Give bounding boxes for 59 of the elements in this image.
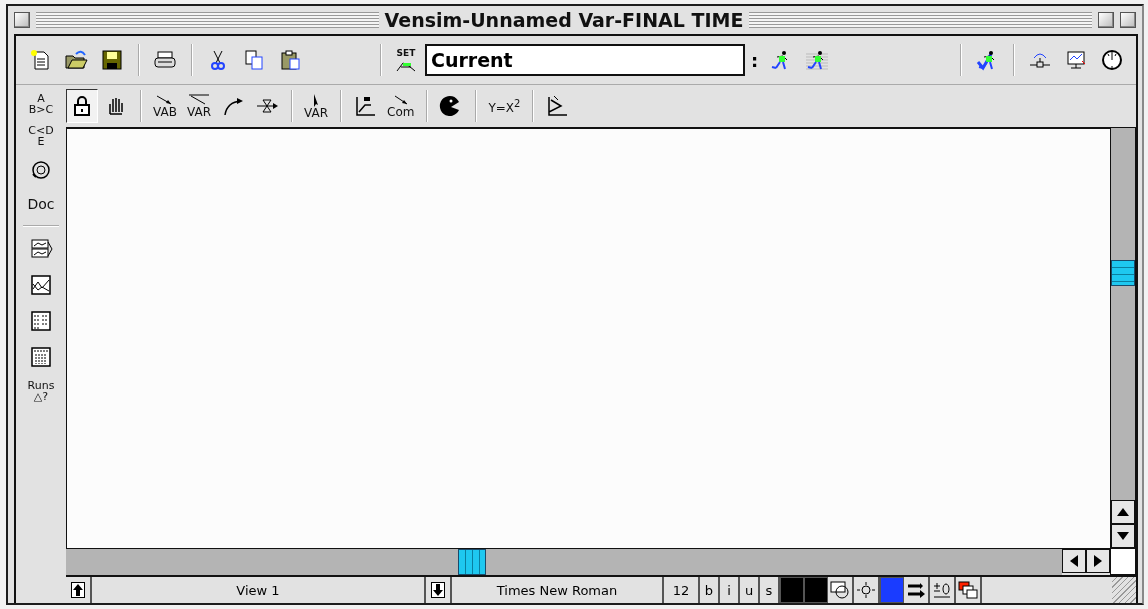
resize-grip[interactable] — [1112, 577, 1136, 603]
scroll-up-button[interactable] — [1111, 500, 1135, 524]
gauge-icon — [1100, 48, 1124, 72]
sketch-tool-button[interactable]: VAR — [300, 89, 332, 123]
scroll-left-button[interactable] — [1062, 549, 1086, 573]
analysis-tool-button[interactable]: C<D E — [24, 121, 58, 151]
window-title: Vensim-Unnamed Var-FINAL TIME — [384, 9, 744, 31]
color-swatch[interactable] — [880, 577, 904, 603]
set-button[interactable]: SET — [391, 43, 421, 77]
open-folder-icon — [64, 48, 88, 72]
up-arrow-icon — [1117, 508, 1129, 516]
pointer-icon — [313, 93, 319, 107]
sketch-tool-button[interactable]: Y=X$^{2}$ — [484, 89, 525, 123]
chart-box-icon — [353, 94, 377, 118]
analysis-tool-button[interactable]: Runs △? — [23, 376, 59, 406]
position-button[interactable] — [854, 577, 880, 603]
arrow-icon — [187, 94, 211, 106]
vertical-scrollbar[interactable] — [1110, 127, 1136, 548]
clipboard-icon — [278, 48, 302, 72]
copy-icon — [242, 48, 266, 72]
graph-icon — [1064, 48, 1088, 72]
scroll-thumb[interactable] — [458, 549, 486, 575]
down-arrow-icon — [1117, 532, 1129, 540]
sketch-tool-button[interactable]: Com — [383, 89, 419, 123]
analysis-tool-button[interactable]: A B>C — [24, 89, 58, 119]
zoom-box[interactable] — [1098, 12, 1114, 28]
running-figure-lines-icon — [804, 48, 829, 72]
close-box[interactable] — [14, 12, 30, 28]
grid-table-icon — [29, 345, 53, 369]
table-icon — [29, 309, 53, 333]
plus-minus-icon — [932, 581, 952, 599]
graph-icon — [29, 273, 53, 297]
run-name-field[interactable]: Current — [425, 44, 745, 76]
new-document-icon — [28, 48, 52, 72]
shape-button[interactable] — [828, 577, 854, 603]
left-arrow-icon — [1070, 555, 1078, 567]
layers-button[interactable] — [956, 577, 982, 603]
sketch-tool-button[interactable]: VAB — [149, 89, 181, 123]
cause-loop-icon — [29, 158, 53, 182]
scroll-thumb[interactable] — [1111, 260, 1135, 286]
sketch-tool-button[interactable] — [66, 89, 98, 123]
horizontal-scrollbar[interactable] — [66, 549, 1062, 575]
scroll-right-button[interactable] — [1086, 549, 1110, 573]
arrows-icon — [906, 581, 926, 599]
shape-icon — [830, 581, 850, 599]
sketch-tool-button[interactable]: VAR — [183, 89, 215, 123]
stacked-windows-icon — [958, 581, 978, 599]
up-arrow-icon — [71, 582, 85, 598]
collapse-box[interactable] — [1120, 12, 1136, 28]
graphs-icon — [29, 237, 53, 261]
color-swatch[interactable] — [804, 577, 828, 603]
down-arrow-icon — [431, 582, 445, 598]
right-arrow-icon — [1094, 555, 1102, 567]
color-swatch[interactable] — [780, 577, 804, 603]
analysis-tool-button[interactable]: Doc — [23, 189, 59, 219]
target-icon — [856, 581, 876, 599]
scroll-down-button[interactable] — [1111, 524, 1135, 548]
divider-mark: : — [751, 49, 759, 71]
cut-line-icon — [545, 94, 570, 118]
